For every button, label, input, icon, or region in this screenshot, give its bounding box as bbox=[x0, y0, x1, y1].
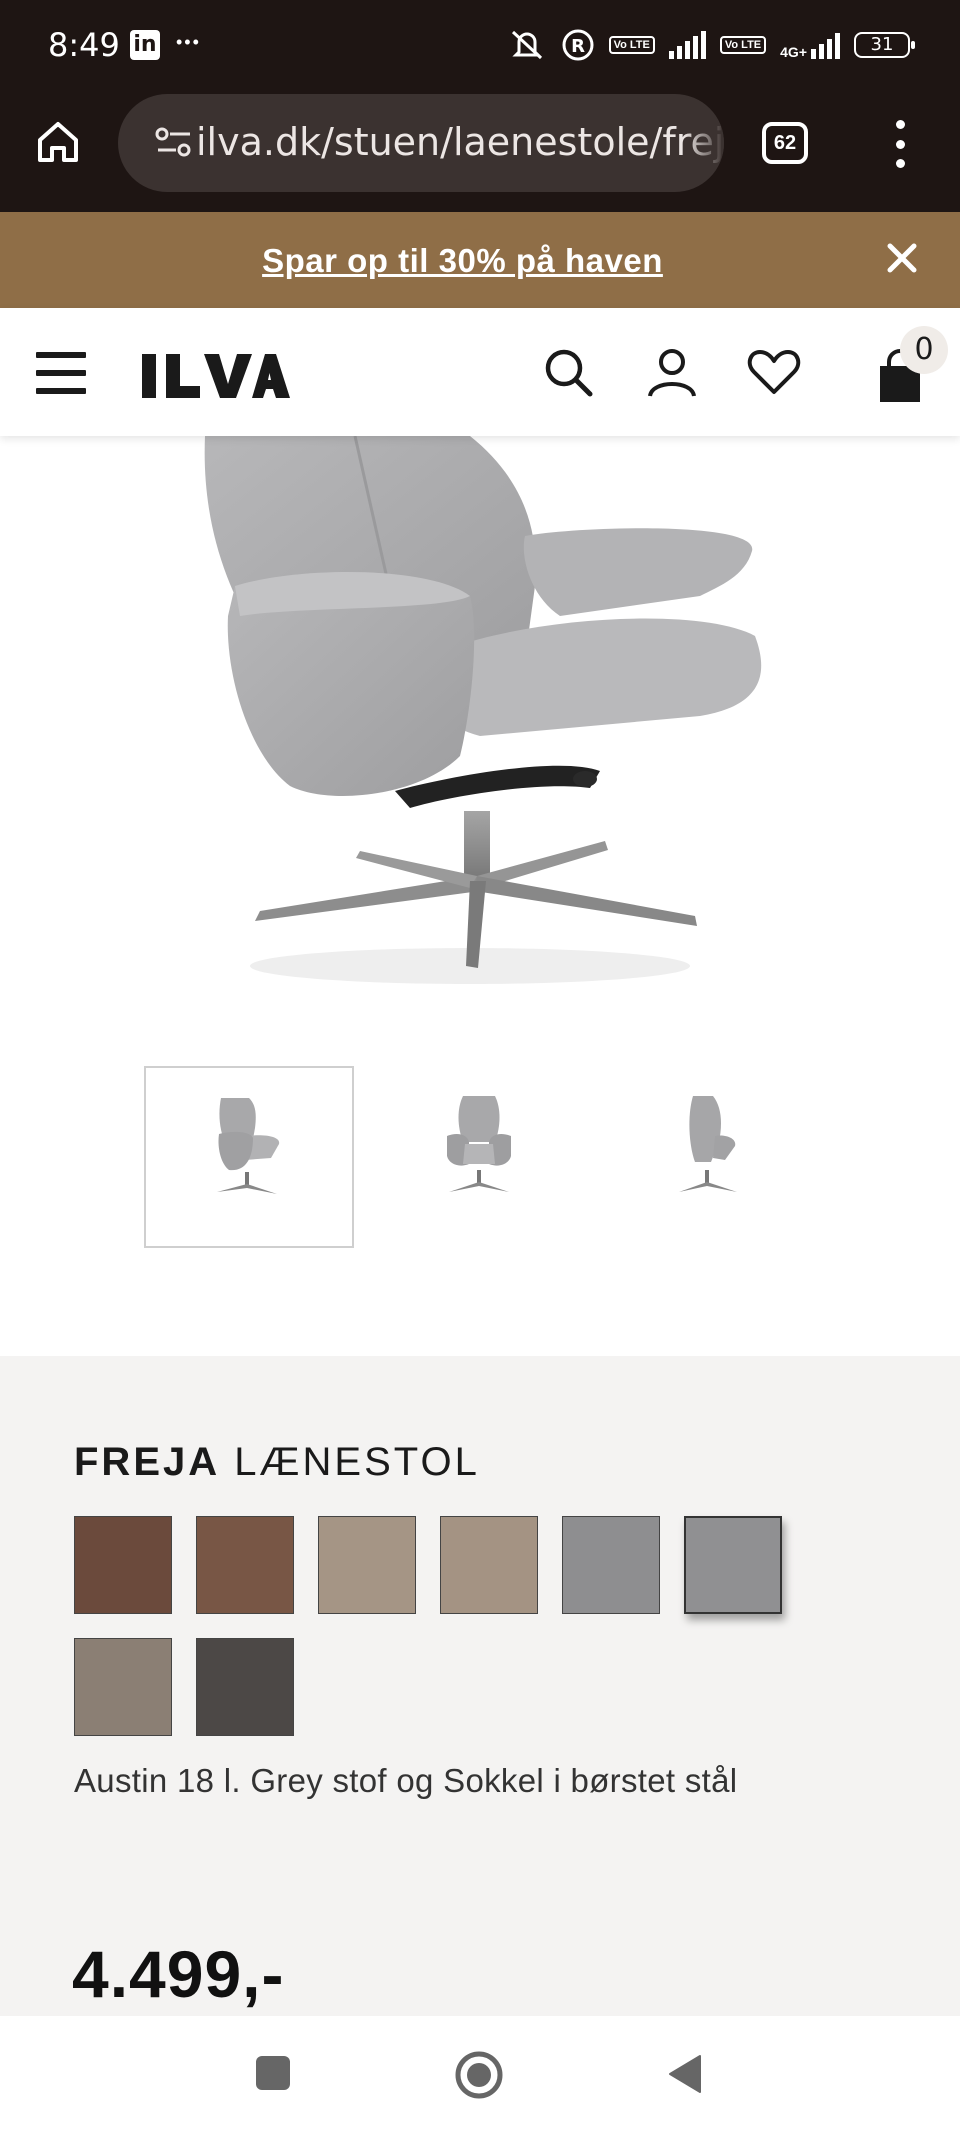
browser-toolbar: ilva.dk/stuen/laenestole/freja 62 bbox=[0, 92, 960, 212]
product-name-type: LÆNESTOL bbox=[234, 1440, 480, 1484]
color-swatch-4[interactable] bbox=[440, 1516, 538, 1614]
selected-variant-label: Austin 18 l. Grey stof og Sokkel i børst… bbox=[74, 1762, 738, 1799]
promo-link[interactable]: Spar op til 30% på haven bbox=[0, 242, 925, 280]
promo-banner: Spar op til 30% på haven bbox=[0, 212, 960, 308]
product-info-panel: FREJA LÆNESTOL Austin 18 l. Grey stof og… bbox=[0, 1356, 960, 2016]
color-swatch-2[interactable] bbox=[196, 1516, 294, 1614]
product-title: FREJA LÆNESTOL bbox=[74, 1440, 480, 1485]
thumbnail-2[interactable] bbox=[374, 1066, 584, 1248]
cart-count-badge: 0 bbox=[900, 326, 948, 374]
search-icon[interactable] bbox=[540, 344, 596, 400]
color-swatch-5[interactable] bbox=[562, 1516, 660, 1614]
svg-text:R: R bbox=[571, 36, 585, 57]
url-fade bbox=[684, 94, 724, 192]
thumbnail-1[interactable] bbox=[144, 1066, 354, 1248]
site-settings-icon[interactable] bbox=[154, 124, 194, 160]
browser-menu-icon[interactable] bbox=[890, 120, 910, 168]
color-swatch-7[interactable] bbox=[74, 1638, 172, 1736]
status-bar: 8:49 in ••• R Vo LTE Vo LTE 4G+ 31 bbox=[0, 0, 960, 92]
signal-icon bbox=[668, 31, 706, 59]
chair-thumbnail-front bbox=[447, 1096, 511, 1192]
chair-thumbnail-side bbox=[217, 1098, 280, 1194]
mute-icon bbox=[511, 30, 542, 60]
system-icons: R Vo LTE Vo LTE 4G+ 31 bbox=[507, 28, 915, 62]
back-icon[interactable] bbox=[668, 2054, 704, 2094]
recent-apps-icon[interactable] bbox=[256, 2056, 290, 2090]
product-name-bold: FREJA bbox=[74, 1440, 221, 1484]
network-4g-indicator: 4G+ bbox=[780, 31, 840, 59]
home-nav-icon[interactable] bbox=[454, 2050, 504, 2100]
wishlist-heart-icon[interactable] bbox=[746, 344, 802, 400]
color-swatch-3[interactable] bbox=[318, 1516, 416, 1614]
signal-icon-2 bbox=[811, 31, 840, 59]
registered-icon: R bbox=[562, 29, 594, 61]
battery-icon: 31 bbox=[854, 32, 915, 58]
network-type: 4G+ bbox=[780, 44, 807, 60]
armchair-illustration bbox=[204, 436, 762, 984]
product-main-image[interactable] bbox=[0, 436, 960, 996]
color-swatch-8[interactable] bbox=[196, 1638, 294, 1736]
product-price: 4.499,- bbox=[72, 1937, 285, 2011]
address-bar[interactable]: ilva.dk/stuen/laenestole/freja bbox=[118, 94, 724, 192]
home-icon[interactable] bbox=[30, 114, 86, 170]
linkedin-icon: in bbox=[130, 30, 160, 60]
color-swatch-6[interactable] bbox=[684, 1516, 782, 1614]
volte-icon: Vo LTE bbox=[608, 36, 655, 54]
tab-switcher-button[interactable]: 62 bbox=[762, 122, 808, 164]
thumbnail-3[interactable] bbox=[604, 1066, 814, 1248]
ilva-logo[interactable] bbox=[142, 352, 290, 400]
close-icon[interactable] bbox=[884, 240, 920, 276]
system-navigation-bar bbox=[0, 2016, 960, 2133]
more-notifications-icon: ••• bbox=[176, 32, 201, 52]
clock: 8:49 bbox=[48, 26, 120, 64]
hamburger-menu-icon[interactable] bbox=[36, 352, 86, 394]
account-icon[interactable] bbox=[644, 344, 700, 400]
site-header: 0 bbox=[0, 308, 960, 436]
url-text: ilva.dk/stuen/laenestole/freja bbox=[196, 120, 724, 164]
chair-thumbnail-back bbox=[679, 1096, 737, 1192]
color-swatch-1[interactable] bbox=[74, 1516, 172, 1614]
volte-icon-2: Vo LTE bbox=[719, 36, 767, 54]
